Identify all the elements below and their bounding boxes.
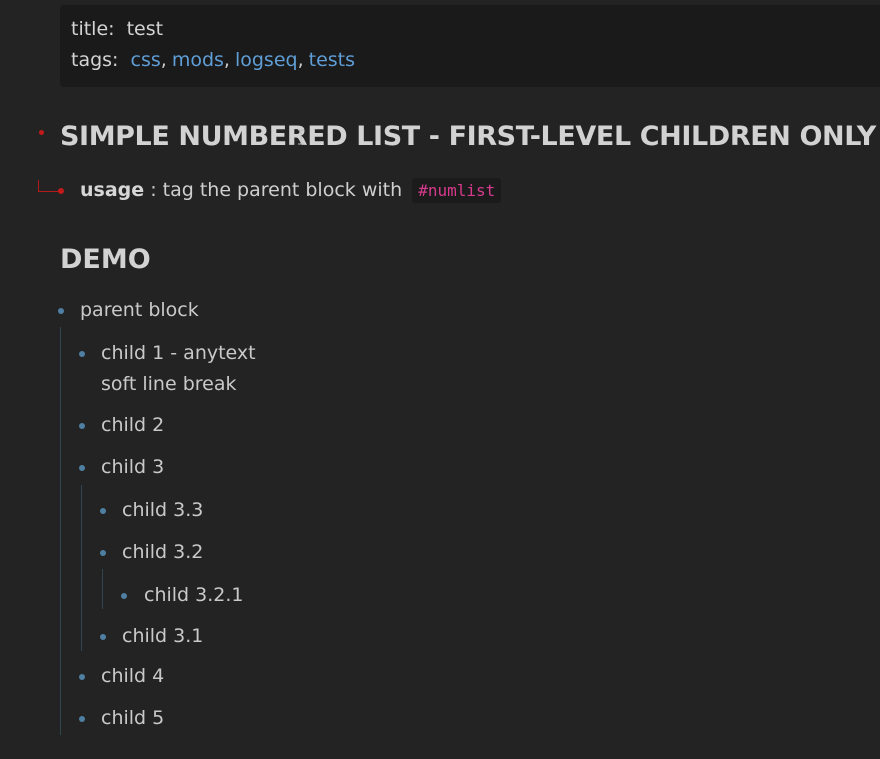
property-value-title: test [126, 18, 164, 40]
block-child-3-2-1[interactable]: child 3.2.1 [144, 580, 244, 611]
block-child-3-3[interactable]: child 3.3 [122, 495, 203, 526]
block-child-4[interactable]: child 4 [101, 661, 164, 692]
block-child-1-line-2[interactable]: soft line break [101, 369, 237, 400]
demo-heading[interactable]: DEMO [60, 244, 151, 275]
tag-separator: , [160, 49, 167, 71]
tag-link-mods[interactable]: mods [172, 49, 224, 71]
child-connector-line [38, 180, 59, 192]
tag-link-css[interactable]: css [131, 49, 161, 71]
block-bullet[interactable] [100, 634, 106, 640]
block-child-3-1[interactable]: child 3.1 [122, 621, 203, 652]
usage-block[interactable]: usage : tag the parent block with #numli… [80, 178, 502, 203]
tag-link-tests[interactable]: tests [309, 49, 355, 71]
block-bullet[interactable] [79, 465, 85, 471]
block-child-5[interactable]: child 5 [101, 703, 164, 734]
usage-label: usage [80, 179, 145, 201]
children-guide-line[interactable] [81, 485, 82, 651]
page-properties[interactable]: title: test tags: css, mods, logseq, tests [60, 5, 880, 87]
inline-code-numlist: #numlist [412, 178, 502, 203]
block-bullet[interactable] [79, 716, 85, 722]
block-child-3[interactable]: child 3 [101, 452, 164, 483]
children-guide-line[interactable] [102, 569, 103, 609]
block-bullet[interactable] [79, 351, 85, 357]
block-child-3-2[interactable]: child 3.2 [122, 537, 203, 568]
property-key-tags: tags: [71, 49, 119, 71]
block-bullet[interactable] [121, 593, 127, 599]
property-key-title: title: [71, 18, 115, 40]
heading-block-bullet[interactable] [39, 130, 44, 135]
text-cursor-icon [298, 129, 304, 145]
tag-separator: , [297, 49, 304, 71]
block-child-1[interactable]: child 1 - anytext [101, 338, 256, 369]
tag-link-logseq[interactable]: logseq [235, 49, 298, 71]
children-guide-line[interactable] [60, 327, 61, 735]
block-child-2[interactable]: child 2 [101, 410, 164, 441]
usage-text: : tag the parent block with [144, 179, 403, 201]
block-bullet[interactable] [100, 508, 106, 514]
block-bullet[interactable] [58, 308, 64, 314]
property-tags: tags: css, mods, logseq, tests [71, 49, 355, 71]
block-bullet[interactable] [100, 550, 106, 556]
usage-block-bullet[interactable] [58, 188, 64, 194]
tag-separator: , [223, 49, 230, 71]
block-parent[interactable]: parent block [80, 295, 199, 326]
property-title: title: test [71, 18, 163, 40]
block-bullet[interactable] [79, 674, 85, 680]
page-heading[interactable]: SIMPLE NUMBERED LIST - FIRST-LEVEL CHILD… [60, 121, 876, 152]
block-bullet[interactable] [79, 423, 85, 429]
